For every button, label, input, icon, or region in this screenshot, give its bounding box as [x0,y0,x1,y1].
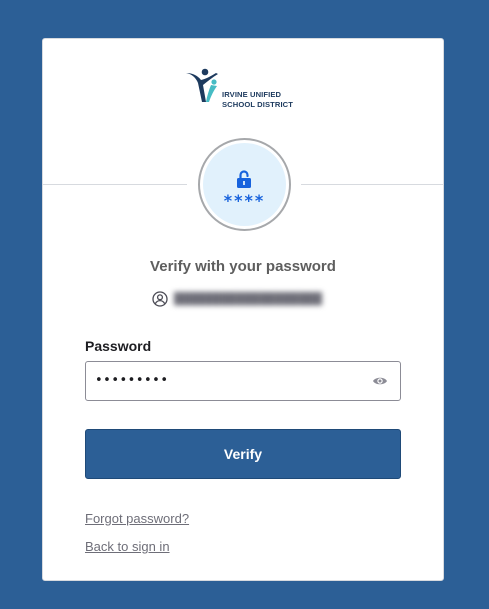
lock-open-icon [237,170,251,188]
password-field[interactable] [85,361,401,401]
password-label: Password [85,338,152,354]
authenticator-badge-inner: **** [203,143,286,226]
user-email-text: ███████████████████ [174,293,323,305]
forgot-password-link[interactable]: Forgot password? [85,511,189,526]
district-logo-mark-icon [186,68,218,102]
eye-icon[interactable] [372,375,388,387]
verify-button[interactable]: Verify [85,429,401,479]
district-logo: IRVINE UNIFIED SCHOOL DISTRICT [184,68,309,110]
header-divider-right [301,184,443,185]
password-authenticator-badge: **** [198,138,291,231]
password-input[interactable] [95,362,365,400]
district-wordmark-line1: IRVINE UNIFIED [222,90,282,99]
district-wordmark-line2: SCHOOL DISTRICT [222,100,293,109]
user-circle-icon [152,291,168,307]
user-identifier: ███████████████████ [152,290,342,308]
sign-in-card: IRVINE UNIFIED SCHOOL DISTRICT **** Veri… [42,38,444,581]
page-title: Verify with your password [150,258,336,275]
password-mask-text: **** [223,191,266,210]
header-divider-left [43,184,187,185]
district-wordmark: IRVINE UNIFIED SCHOOL DISTRICT [222,90,293,110]
back-to-sign-in-link[interactable]: Back to sign in [85,539,170,554]
